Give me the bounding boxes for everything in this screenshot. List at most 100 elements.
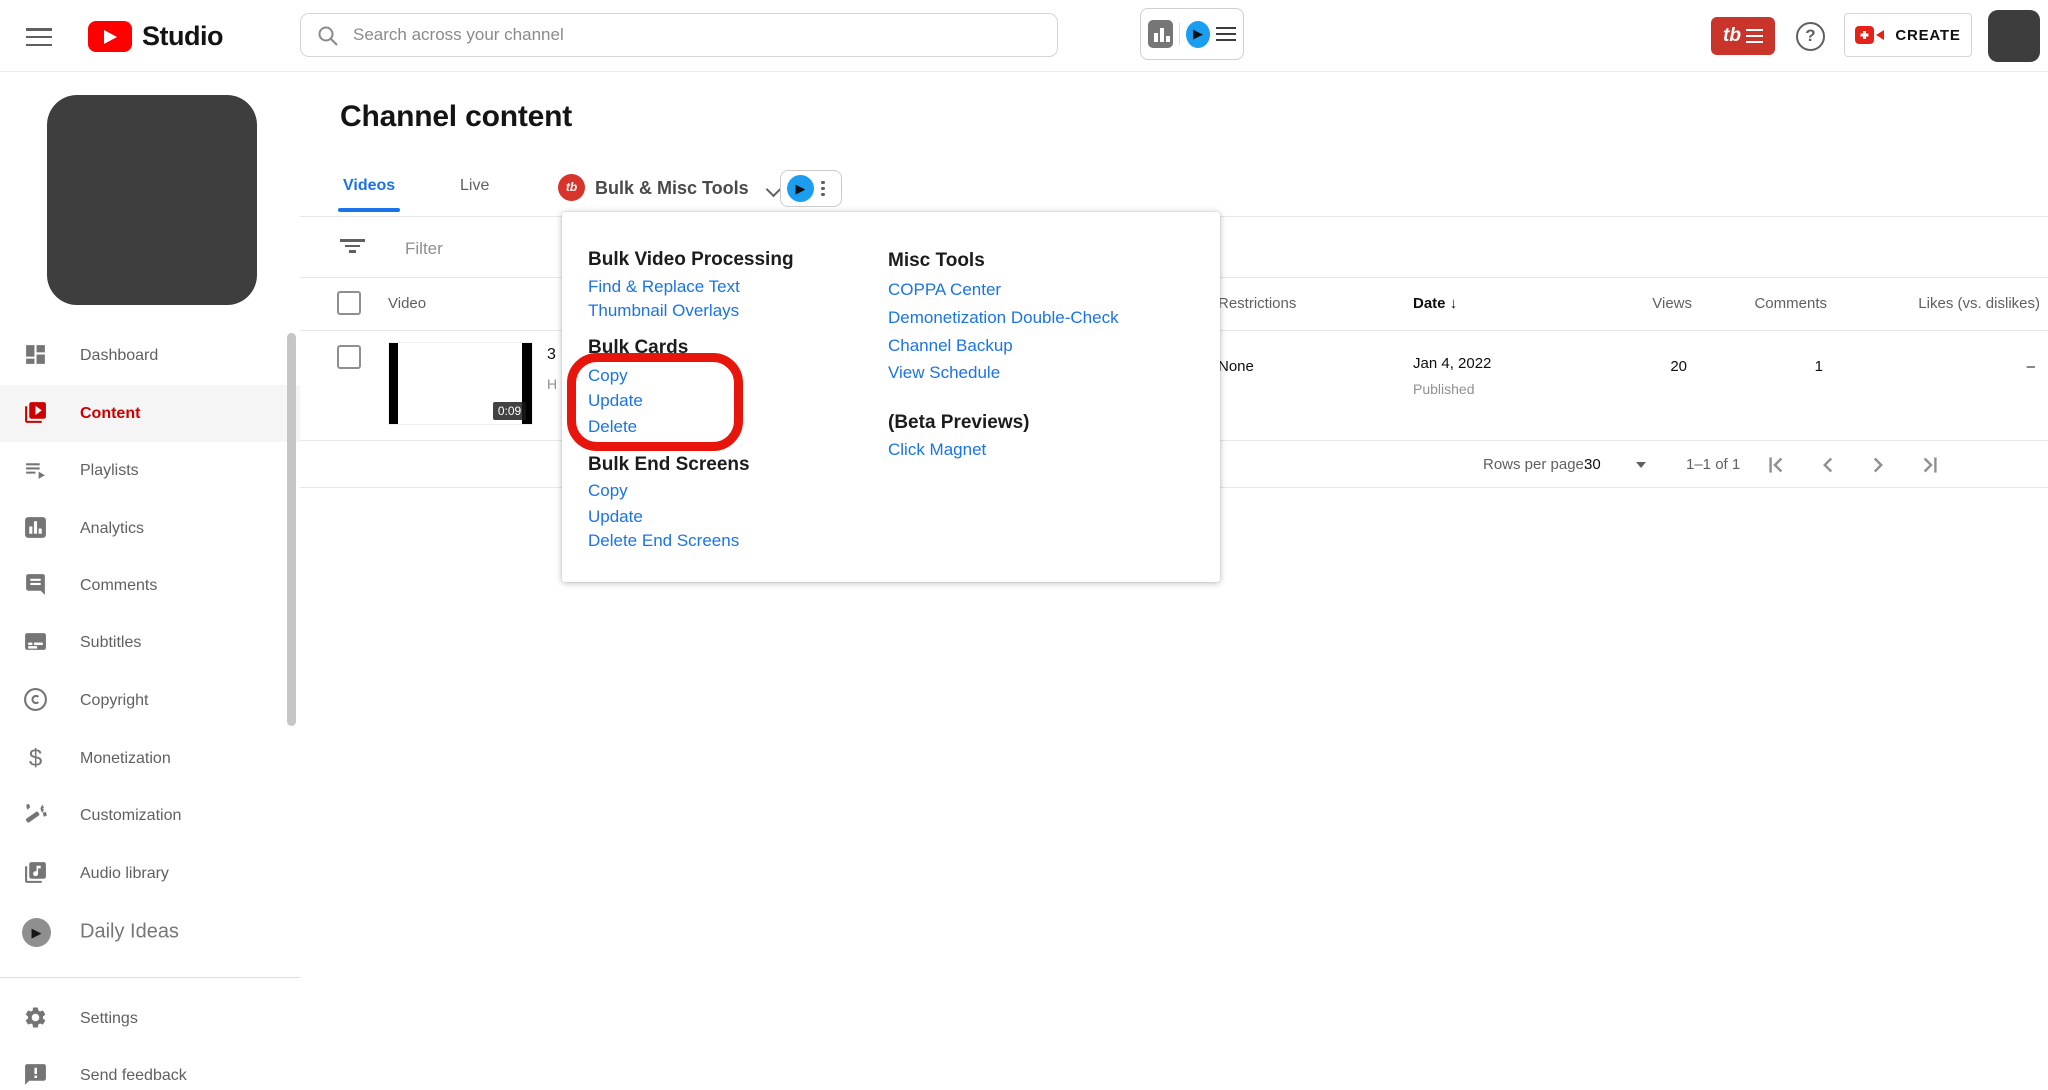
vidiq-toolbar[interactable]: ▶ bbox=[780, 170, 842, 207]
top-bar: Studio ▶ tb ? bbox=[0, 0, 2048, 72]
menu-link-demonetization-double-check[interactable]: Demonetization Double-Check bbox=[888, 307, 1119, 329]
tab-videos[interactable]: Videos bbox=[343, 177, 395, 195]
menu-link-endscreens-copy[interactable]: Copy bbox=[588, 480, 628, 502]
next-page-button[interactable] bbox=[1865, 452, 1891, 478]
menu-link-view-schedule[interactable]: View Schedule bbox=[888, 362, 1000, 384]
feedback-icon bbox=[22, 1062, 49, 1089]
vidiq-icon[interactable]: ▶ bbox=[1185, 20, 1210, 48]
menu-link-coppa-center[interactable]: COPPA Center bbox=[888, 279, 1001, 301]
search-box bbox=[300, 13, 1058, 57]
bulk-misc-tools-dropdown: Bulk Video Processing Find & Replace Tex… bbox=[562, 212, 1220, 582]
caret-down-icon[interactable] bbox=[1636, 462, 1646, 468]
sidebar-item-subtitles[interactable]: Subtitles bbox=[0, 614, 300, 671]
copyright-icon bbox=[22, 687, 49, 714]
menu-link-find-replace-text[interactable]: Find & Replace Text bbox=[588, 276, 740, 298]
create-button[interactable]: CREATE bbox=[1844, 13, 1972, 57]
subtitles-icon bbox=[22, 629, 49, 656]
vidiq-icon: ▶ bbox=[22, 918, 51, 947]
kebab-menu-icon[interactable] bbox=[821, 178, 825, 199]
cell-date: Jan 4, 2022 bbox=[1413, 355, 1492, 372]
bulk-misc-tools-menu[interactable]: Bulk & Misc Tools bbox=[595, 178, 749, 199]
comments-icon bbox=[22, 572, 49, 599]
account-avatar[interactable] bbox=[1988, 10, 2040, 62]
chevron-left-icon bbox=[1823, 457, 1833, 473]
sidebar-item-playlists[interactable]: Playlists bbox=[0, 442, 300, 499]
tubebuddy-logo-icon: tb bbox=[1723, 25, 1741, 46]
sidebar-item-analytics[interactable]: Analytics bbox=[0, 500, 300, 557]
menu-link-delete-end-screens[interactable]: Delete End Screens bbox=[588, 530, 739, 552]
create-camera-icon bbox=[1855, 26, 1885, 44]
last-page-button[interactable] bbox=[1917, 452, 1943, 478]
chevron-down-icon[interactable] bbox=[765, 181, 782, 198]
active-tab-underline bbox=[338, 208, 400, 212]
first-page-button[interactable] bbox=[1763, 452, 1789, 478]
column-header-date[interactable]: Date ↓ bbox=[1413, 295, 1457, 312]
cell-likes: – bbox=[2026, 358, 2035, 375]
sidebar-item-monetization[interactable]: $ Monetization bbox=[0, 730, 300, 787]
sidebar-item-send-feedback[interactable]: Send feedback bbox=[0, 1047, 300, 1090]
sidebar-item-daily-ideas[interactable]: ▶ Daily Ideas bbox=[0, 903, 300, 960]
tab-live[interactable]: Live bbox=[460, 177, 489, 195]
sidebar: Dashboard Content Playlists Analytics Co bbox=[0, 72, 300, 1090]
sidebar-item-dashboard[interactable]: Dashboard bbox=[0, 327, 300, 384]
column-header-restrictions[interactable]: Restrictions bbox=[1218, 295, 1296, 312]
dashboard-icon bbox=[22, 342, 49, 369]
row-checkbox[interactable] bbox=[337, 345, 361, 369]
sidebar-item-comments[interactable]: Comments bbox=[0, 557, 300, 614]
menu-link-cards-update[interactable]: Update bbox=[588, 390, 643, 412]
settings-icon bbox=[22, 1005, 49, 1032]
sidebar-item-audio-library[interactable]: Audio library bbox=[0, 845, 300, 902]
vidiq-icon: ▶ bbox=[787, 175, 814, 202]
pagination-range: 1–1 of 1 bbox=[1686, 456, 1741, 473]
extension-toolbar: ▶ bbox=[1140, 8, 1244, 60]
cell-comments: 1 bbox=[1814, 358, 1823, 375]
help-icon[interactable]: ? bbox=[1796, 22, 1825, 51]
menu-link-cards-copy[interactable]: Copy bbox=[588, 365, 628, 387]
tubebuddy-menu-icon bbox=[1745, 25, 1763, 46]
content-icon bbox=[22, 400, 49, 427]
search-icon bbox=[318, 26, 338, 46]
youtube-logo-icon[interactable] bbox=[88, 21, 132, 52]
audio-library-icon bbox=[22, 860, 49, 887]
cell-restrictions: None bbox=[1218, 358, 1254, 375]
menu-icon[interactable] bbox=[26, 28, 52, 47]
stats-icon[interactable] bbox=[1148, 20, 1173, 48]
tubebuddy-logo-icon[interactable]: tb bbox=[558, 174, 585, 201]
tubebuddy-button[interactable]: tb bbox=[1711, 17, 1775, 55]
sidebar-item-settings[interactable]: Settings bbox=[0, 990, 300, 1047]
select-all-checkbox[interactable] bbox=[337, 291, 361, 315]
divider bbox=[1179, 23, 1180, 45]
column-header-views[interactable]: Views bbox=[1652, 295, 1692, 312]
cell-date-status: Published bbox=[1413, 381, 1475, 397]
menu-link-endscreens-update[interactable]: Update bbox=[588, 506, 643, 528]
sidebar-item-copyright[interactable]: Copyright bbox=[0, 672, 300, 729]
column-header-likes[interactable]: Likes (vs. dislikes) bbox=[1918, 295, 2040, 312]
filter-icon[interactable] bbox=[340, 239, 365, 253]
studio-wordmark[interactable]: Studio bbox=[142, 21, 223, 52]
filter-input[interactable]: Filter bbox=[405, 239, 443, 259]
sidebar-divider bbox=[0, 977, 300, 978]
customization-icon bbox=[22, 802, 49, 829]
page-title: Channel content bbox=[340, 100, 573, 133]
menu-link-cards-delete[interactable]: Delete bbox=[588, 416, 637, 438]
menu-link-channel-backup[interactable]: Channel Backup bbox=[888, 335, 1013, 357]
video-title[interactable]: 3 bbox=[547, 346, 556, 364]
sidebar-item-customization[interactable]: Customization bbox=[0, 787, 300, 844]
sidebar-scrollbar[interactable] bbox=[287, 333, 296, 726]
extension-menu-icon[interactable] bbox=[1216, 23, 1236, 45]
column-header-comments[interactable]: Comments bbox=[1754, 295, 1827, 312]
previous-page-button[interactable] bbox=[1815, 452, 1841, 478]
rows-per-page-select[interactable]: 30 bbox=[1584, 456, 1601, 473]
chevron-right-icon bbox=[1873, 457, 1883, 473]
menu-link-click-magnet[interactable]: Click Magnet bbox=[888, 439, 986, 461]
section-heading: Bulk End Screens bbox=[588, 454, 750, 475]
search-input[interactable] bbox=[353, 14, 1033, 56]
monetization-icon: $ bbox=[28, 745, 43, 772]
rows-per-page-label: Rows per page: bbox=[1483, 456, 1589, 473]
column-header-video[interactable]: Video bbox=[388, 295, 426, 312]
channel-avatar[interactable] bbox=[47, 95, 257, 305]
sidebar-item-content[interactable]: Content bbox=[0, 385, 300, 442]
youtube-studio-app: Studio ▶ tb ? bbox=[0, 0, 2048, 1090]
menu-link-thumbnail-overlays[interactable]: Thumbnail Overlays bbox=[588, 300, 739, 322]
first-page-icon bbox=[1769, 457, 1783, 473]
